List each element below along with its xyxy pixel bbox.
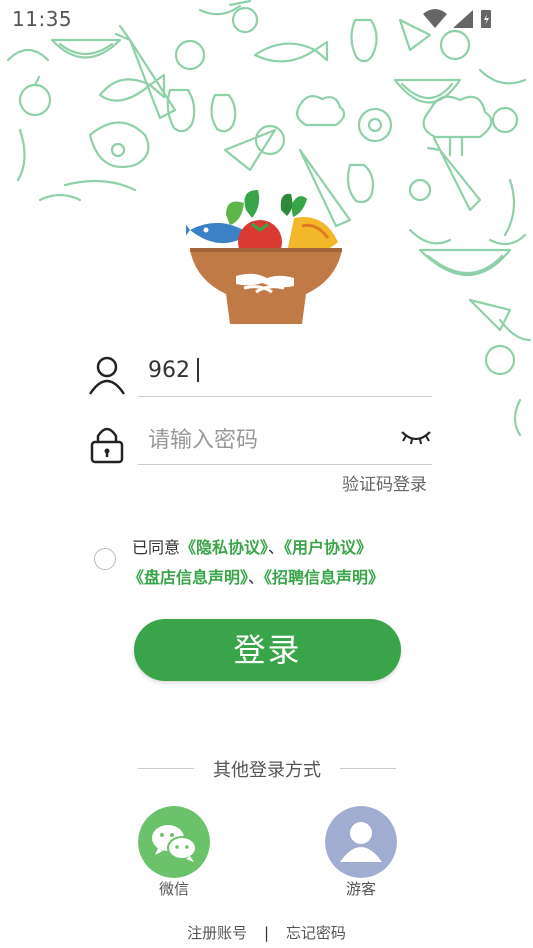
password-field: [86, 420, 448, 468]
other-login-divider: 其他登录方式: [138, 756, 396, 782]
text-caret: [197, 358, 199, 382]
other-login-title: 其他登录方式: [213, 760, 321, 781]
status-icons: [423, 9, 491, 28]
signal-icon: [453, 10, 473, 28]
password-underline: [138, 464, 432, 465]
status-time: 11:35: [12, 7, 73, 31]
store-info-link[interactable]: 《盘店信息声明》: [128, 568, 248, 587]
username-underline: [138, 396, 432, 397]
agreement-separator-1: 、: [268, 538, 285, 557]
recruitment-info-link[interactable]: 《招聘信息声明》: [264, 568, 384, 587]
wifi-icon: [423, 9, 447, 28]
agreement-separator-2: 、: [248, 568, 265, 587]
agreement-line-2: 《盘店信息声明》、《招聘信息声明》: [128, 564, 384, 588]
footer-links: 注册账号 | 忘记密码: [0, 922, 533, 943]
username-field: [86, 350, 448, 398]
wechat-login-button[interactable]: [138, 806, 210, 878]
forgot-password-link[interactable]: 忘记密码: [286, 922, 346, 943]
user-icon: [88, 356, 126, 395]
agreement-prefix: 已同意: [132, 538, 181, 557]
lock-icon: [90, 427, 124, 464]
agreement-checkbox[interactable]: [94, 548, 116, 570]
agreement-line-1: 已同意《隐私协议》、《用户协议》: [132, 532, 432, 564]
app-logo: [186, 190, 342, 324]
guest-login-button[interactable]: [325, 806, 397, 878]
divider-line-right: [340, 768, 396, 769]
sms-login-link[interactable]: 验证码登录: [342, 470, 427, 495]
user-agreement-link[interactable]: 《用户协议》: [284, 538, 372, 557]
guest-label: 游客: [345, 880, 376, 898]
privacy-policy-link[interactable]: 《隐私协议》: [180, 538, 268, 557]
status-bar: 11:35: [0, 0, 533, 36]
login-button[interactable]: 登录: [134, 619, 401, 681]
username-input[interactable]: [138, 350, 448, 390]
eye-closed-icon[interactable]: [400, 428, 432, 446]
wechat-label: 微信: [158, 880, 189, 898]
footer-separator: |: [263, 924, 270, 942]
register-link[interactable]: 注册账号: [187, 922, 247, 943]
